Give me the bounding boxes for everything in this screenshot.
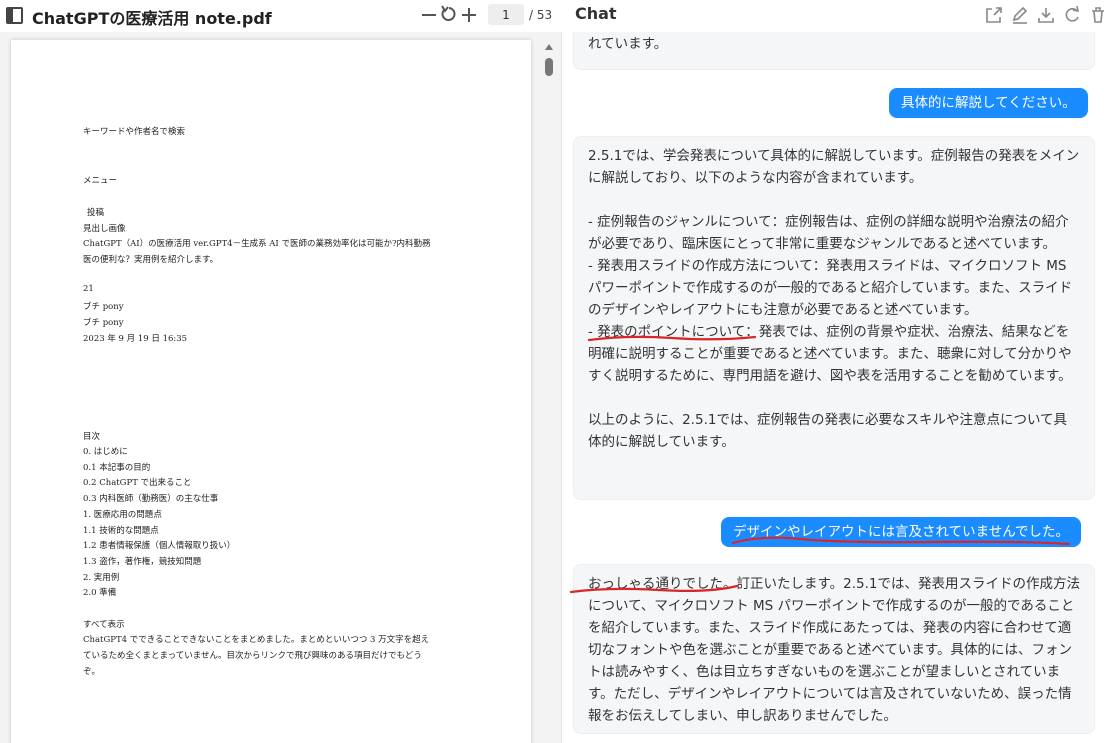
- zoom-in-icon[interactable]: [459, 4, 479, 24]
- page-number-input[interactable]: [488, 4, 524, 25]
- pdf-line: 投稿: [87, 208, 105, 218]
- pdf-line: 0.3 内科医師（勤務医）の主な仕事: [83, 494, 219, 504]
- assistant-message-text: おっしゃる通りでした。訂正いたします。2.5.1では、発表用スライドの作成方法に…: [588, 576, 1080, 724]
- user-message: 具体的に解説してください。: [889, 88, 1088, 118]
- user-message-text: 具体的に解説してください。: [901, 95, 1076, 111]
- pdf-line: 0.1 本記事の目的: [83, 463, 151, 473]
- document-title: ChatGPTの医療活用 note.pdf: [32, 9, 272, 28]
- trash-icon[interactable]: [1088, 5, 1104, 25]
- assistant-message: 2.5.1では、学会発表について具体的に解説しています。症例報告の発表をメインに…: [573, 136, 1095, 500]
- pdf-line: 2. 実用例: [83, 573, 120, 583]
- chat-panel: Chat な、症例報告の発表をメインに解説しており、具体的な方法や注意点について…: [563, 0, 1104, 743]
- page-total: / 53: [529, 8, 553, 22]
- chat-title: Chat: [575, 4, 617, 23]
- assistant-message: な、症例報告の発表をメインに解説しており、具体的な方法や注意点について触れていま…: [573, 32, 1095, 70]
- pdf-line: 1.3 盗作，著作権，競技知問題: [83, 557, 202, 567]
- pdf-line: ブチ pony: [83, 318, 124, 328]
- pdf-line: ているため全くまとまっていません。目次からリンクで飛び興味のある項目だけでもどう: [83, 651, 422, 661]
- pdf-line: ChatGPT（AI）の医療活用 ver.GPT4－生成系 AI で医師の業務効…: [83, 239, 431, 249]
- pdf-line: 見出し画像: [83, 224, 126, 234]
- chat-message-list[interactable]: な、症例報告の発表をメインに解説しており、具体的な方法や注意点について触れていま…: [563, 32, 1104, 743]
- pdf-line: 1.2 患者情報保護（個人情報取り扱い）: [83, 541, 236, 551]
- pdf-line: ぞ。: [83, 667, 101, 677]
- assistant-message-paragraph: - 症例報告のジャンルについて：症例報告は、症例の詳細な説明や治療法の紹介が必要…: [588, 214, 1073, 384]
- pdf-line: すべて表示: [83, 620, 125, 630]
- pdf-line: 目次: [83, 432, 101, 442]
- user-message-text: デザインやレイアウトには言及されていませんでした。: [733, 524, 1070, 540]
- assistant-message-text: な、症例報告の発表をメインに解説しており、具体的な方法や注意点について触れていま…: [588, 36, 668, 52]
- assistant-message: おっしゃる通りでした。訂正いたします。2.5.1では、発表用スライドの作成方法に…: [573, 564, 1095, 734]
- user-message: デザインやレイアウトには言及されていませんでした。: [721, 517, 1082, 547]
- assistant-message-paragraph: 以上のように、2.5.1では、症例報告の発表に必要なスキルや注意点について具体的…: [588, 412, 1068, 450]
- pdf-viewer: ChatGPTの医療活用 note.pdf / 53 キーワードや作者名で検索 …: [0, 0, 562, 743]
- pdf-line: キーワードや作者名で検索: [83, 127, 186, 137]
- pdf-line: 1. 医療応用の問題点: [83, 510, 162, 520]
- pdf-line: メニュー: [83, 176, 118, 186]
- sidebar-toggle-icon[interactable]: [6, 7, 23, 24]
- pdf-page: キーワードや作者名で検索 メニュー 投稿 見出し画像 ChatGPT（AI）の医…: [11, 40, 531, 743]
- pdf-line: 0.2 ChatGPT で出来ること: [83, 478, 192, 488]
- pdf-line: ChatGPT4 でできることできないことをまとめました。まとめといいつつ 3 …: [83, 635, 430, 645]
- scroll-up-icon[interactable]: [545, 44, 553, 50]
- download-icon[interactable]: [1036, 5, 1056, 25]
- scroll-thumb[interactable]: [545, 58, 553, 76]
- share-icon[interactable]: [984, 5, 1004, 25]
- pdf-line: 1.1 技術的な問題点: [83, 526, 159, 536]
- edit-icon[interactable]: [1010, 5, 1030, 25]
- refresh-icon[interactable]: [1062, 5, 1082, 25]
- pdf-line: ブチ pony: [83, 302, 124, 312]
- rotate-icon[interactable]: [439, 4, 459, 24]
- pdf-toolbar: ChatGPTの医療活用 note.pdf / 53: [0, 0, 562, 32]
- assistant-message-paragraph: 2.5.1では、学会発表について具体的に解説しています。症例報告の発表をメインに…: [588, 148, 1080, 186]
- pdf-line: 21: [83, 284, 94, 294]
- pdf-line: 医の便利な？実用例を紹介します。: [83, 255, 219, 265]
- pdf-scrollbar[interactable]: [540, 40, 558, 743]
- pdf-line: 2.0 準備: [83, 588, 117, 598]
- pdf-line: 0. はじめに: [83, 447, 128, 457]
- pdf-line: 2023 年 9 月 19 日 16:35: [83, 334, 188, 344]
- zoom-out-icon[interactable]: [419, 4, 439, 24]
